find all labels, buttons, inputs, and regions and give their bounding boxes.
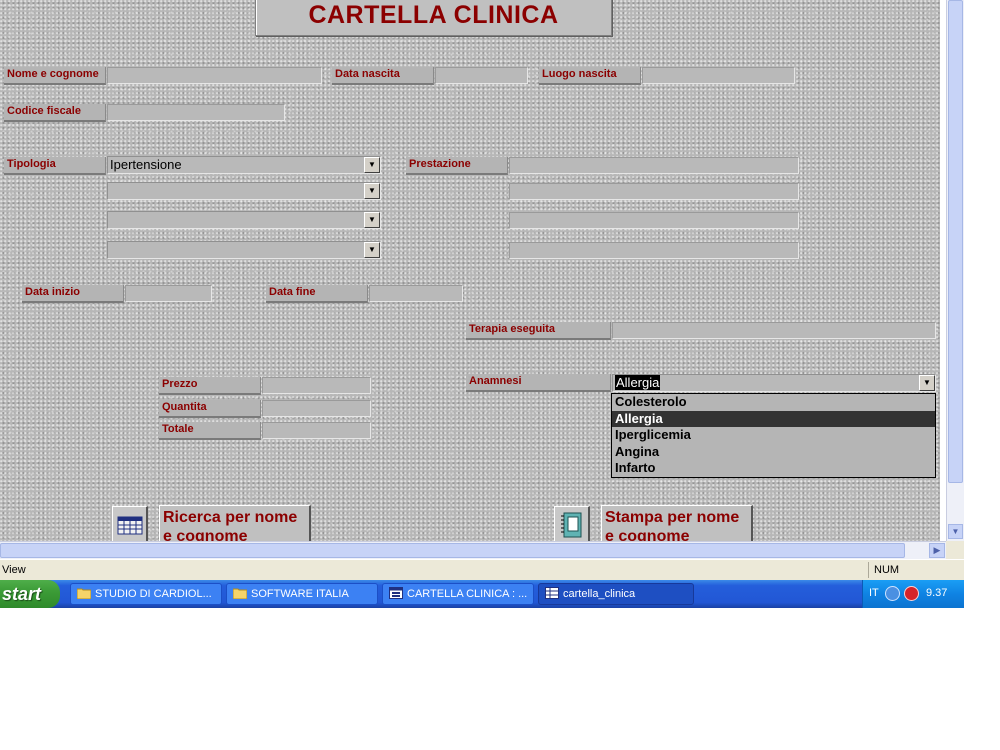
ricerca-button[interactable]: Ricerca per nome e cognome [159, 505, 311, 541]
taskbar-item-label: SOFTWARE ITALIA [251, 588, 349, 600]
access-form-icon [389, 587, 403, 599]
stampa-button[interactable]: Stampa per nome e cognome [601, 505, 753, 541]
tipologia-combo-2[interactable]: ▼ [107, 182, 381, 200]
quantita-field[interactable] [262, 400, 371, 417]
label-prestazione: Prestazione [406, 157, 508, 175]
taskbar-item-label: CARTELLA CLINICA : ... [407, 588, 528, 600]
folder-icon [77, 588, 91, 599]
scroll-right-arrow-icon[interactable]: ▶ [929, 543, 945, 558]
prezzo-field[interactable] [262, 377, 371, 394]
label-tipologia: Tipologia [4, 157, 106, 175]
tipologia-combo-1[interactable]: Ipertensione ▼ [107, 156, 381, 174]
taskbar: start STUDIO DI CARDIOL... SOFTWARE ITAL… [0, 580, 964, 608]
prestazione-field-1[interactable] [509, 157, 799, 174]
label-codice-fiscale: Codice fiscale [4, 104, 106, 122]
data-nascita-field[interactable] [435, 67, 528, 84]
taskbar-item-cartella-table[interactable]: cartella_clinica [538, 583, 694, 605]
notebook-icon [560, 512, 581, 537]
status-num-indicator: NUM [874, 564, 900, 576]
tipologia-combo-4[interactable]: ▼ [107, 241, 381, 259]
label-luogo-nascita: Luogo nascita [539, 67, 641, 85]
dropdown-arrow-icon[interactable]: ▼ [364, 242, 380, 258]
dropdown-arrow-icon[interactable]: ▼ [364, 183, 380, 199]
dropdown-arrow-icon[interactable]: ▼ [364, 157, 380, 173]
vertical-scroll-thumb[interactable] [948, 0, 963, 483]
system-tray: IT 9.37 [862, 580, 964, 608]
ricerca-icon-button[interactable] [112, 506, 148, 541]
prestazione-field-4[interactable] [509, 242, 799, 259]
size-grip [946, 541, 964, 559]
horizontal-scrollbar[interactable]: ▶ [0, 541, 946, 559]
access-table-icon [545, 587, 559, 599]
data-inizio-field[interactable] [125, 285, 212, 302]
start-button[interactable]: start [0, 580, 60, 608]
tipologia-value: Ipertensione [110, 157, 182, 172]
nome-field[interactable] [107, 67, 322, 84]
stampa-icon-button[interactable] [554, 506, 590, 541]
codice-fiscale-field[interactable] [107, 104, 285, 121]
table-grid-icon [117, 516, 142, 534]
label-quantita: Quantita [159, 400, 261, 418]
taskbar-item-cartella-form[interactable]: CARTELLA CLINICA : ... [382, 583, 534, 605]
anamnesi-combo[interactable]: Allergia ▼ [612, 374, 936, 392]
scroll-down-arrow-icon[interactable]: ▼ [948, 524, 963, 539]
data-fine-field[interactable] [369, 285, 463, 302]
tray-clock: 9.37 [926, 587, 948, 599]
label-anamnesi: Anamnesi [466, 374, 611, 392]
dropdown-option[interactable]: Colesterolo [612, 394, 935, 411]
form-area: CARTELLA CLINICA Nome e cognome Data nas… [0, 0, 940, 541]
label-terapia: Terapia eseguita [466, 322, 611, 340]
anamnesi-value: Allergia [615, 375, 661, 390]
label-data-fine: Data fine [266, 285, 368, 303]
network-icon[interactable] [885, 586, 900, 601]
dropdown-option[interactable]: Infarto [612, 460, 935, 477]
tipologia-combo-3[interactable]: ▼ [107, 211, 381, 229]
totale-field[interactable] [262, 422, 371, 439]
status-bar: View NUM [0, 559, 964, 580]
folder-icon [233, 588, 247, 599]
form-title: CARTELLA CLINICA [308, 0, 559, 29]
dropdown-option-selected[interactable]: Allergia [612, 410, 935, 427]
dropdown-option[interactable]: Angina [612, 444, 935, 461]
vertical-scrollbar[interactable]: ▼ [946, 0, 964, 541]
language-indicator[interactable]: IT [869, 587, 879, 599]
title-banner: CARTELLA CLINICA [255, 0, 612, 36]
prestazione-field-3[interactable] [509, 212, 799, 229]
label-data-nascita: Data nascita [332, 67, 434, 85]
label-prezzo: Prezzo [159, 377, 261, 395]
taskbar-item-software[interactable]: SOFTWARE ITALIA [226, 583, 378, 605]
label-totale: Totale [159, 422, 261, 440]
horizontal-scroll-thumb[interactable] [0, 543, 905, 558]
dropdown-arrow-icon[interactable]: ▼ [364, 212, 380, 228]
status-view-text: View [2, 564, 26, 576]
taskbar-item-studio[interactable]: STUDIO DI CARDIOL... [70, 583, 222, 605]
terapia-field[interactable] [612, 322, 936, 339]
prestazione-field-2[interactable] [509, 183, 799, 200]
taskbar-item-label: cartella_clinica [563, 588, 636, 600]
label-nome: Nome e cognome [4, 67, 106, 85]
luogo-nascita-field[interactable] [642, 67, 795, 84]
dropdown-option[interactable]: Iperglicemia [612, 427, 935, 444]
status-separator [868, 562, 869, 578]
antivirus-icon[interactable] [904, 586, 919, 601]
taskbar-item-label: STUDIO DI CARDIOL... [95, 588, 212, 600]
label-data-inizio: Data inizio [22, 285, 124, 303]
anamnesi-dropdown-list: Colesterolo Allergia Iperglicemia Angina… [611, 393, 936, 478]
dropdown-arrow-icon[interactable]: ▼ [919, 375, 935, 391]
